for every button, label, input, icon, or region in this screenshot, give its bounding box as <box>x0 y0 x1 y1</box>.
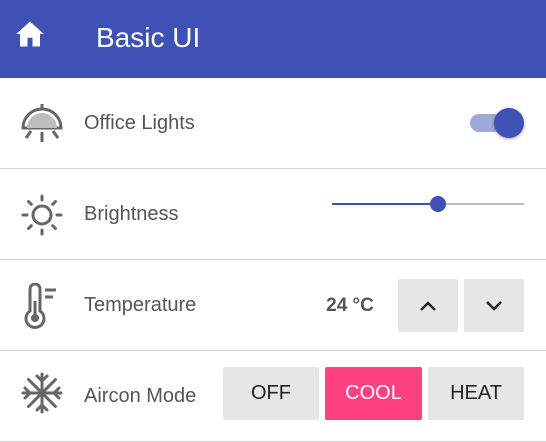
aircon-row: Aircon Mode OFF COOL HEAT <box>0 351 546 442</box>
lights-switch[interactable] <box>470 108 524 138</box>
brightness-slider[interactable] <box>332 194 524 214</box>
temperature-value: 24 °C <box>326 294 374 316</box>
temperature-label: Temperature <box>84 294 197 316</box>
brightness-row: Brightness <box>0 169 546 260</box>
thermometer-icon <box>18 282 66 330</box>
switch-thumb <box>494 108 524 138</box>
sun-icon <box>18 191 66 239</box>
slider-knob[interactable] <box>429 196 446 212</box>
mode-heat-button[interactable]: HEAT <box>428 367 524 420</box>
page-title: Basic UI <box>96 22 201 53</box>
lights-label: Office Lights <box>84 112 195 134</box>
home-button[interactable] <box>14 18 46 50</box>
lights-row: Office Lights <box>0 78 546 169</box>
aircon-label: Aircon Mode <box>84 385 197 407</box>
chevron-down-icon <box>486 300 502 311</box>
ceiling-light-icon <box>18 100 66 148</box>
slider-fill <box>332 203 438 205</box>
chevron-up-icon <box>420 300 436 311</box>
home-icon <box>16 21 44 47</box>
temperature-up-button[interactable] <box>398 279 458 332</box>
mode-off-button[interactable]: OFF <box>223 367 319 420</box>
brightness-label: Brightness <box>84 203 179 225</box>
temperature-row: Temperature 24 °C <box>0 260 546 351</box>
mode-cool-button[interactable]: COOL <box>325 367 422 420</box>
app-bar: Basic UI <box>0 0 546 78</box>
snowflake-icon <box>18 369 66 417</box>
temperature-down-button[interactable] <box>464 279 524 332</box>
